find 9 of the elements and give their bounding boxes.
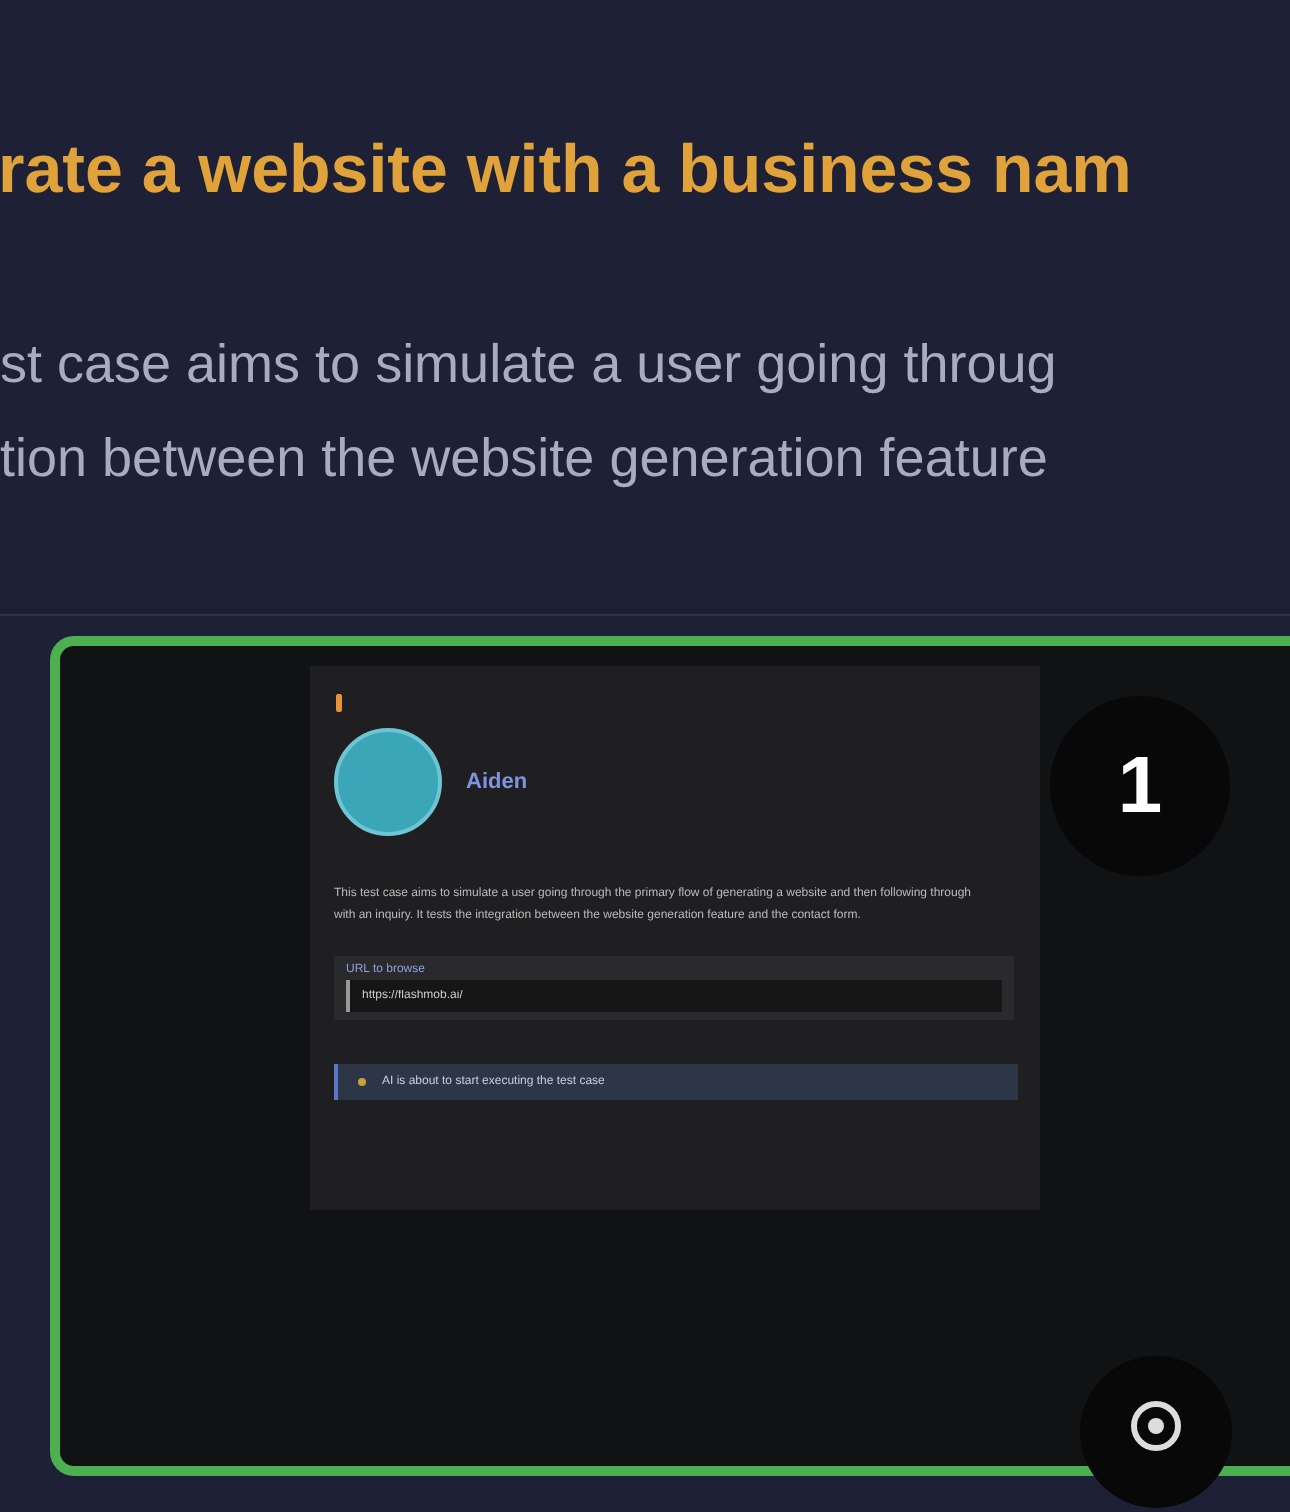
- status-dot-icon: [358, 1078, 366, 1086]
- avatar-circle: [334, 728, 442, 836]
- description-text: st case aims to simulate a user going throug: [0, 332, 1059, 398]
- step-badge: 1: [1050, 696, 1230, 876]
- logo-icon: [334, 694, 346, 712]
- description-text: tion between the website generation feature: [0, 426, 1050, 492]
- ring-icon: [1126, 1396, 1186, 1456]
- profile-name: Aiden: [466, 770, 528, 794]
- page-heading: rate a website with a business nam: [0, 130, 1134, 210]
